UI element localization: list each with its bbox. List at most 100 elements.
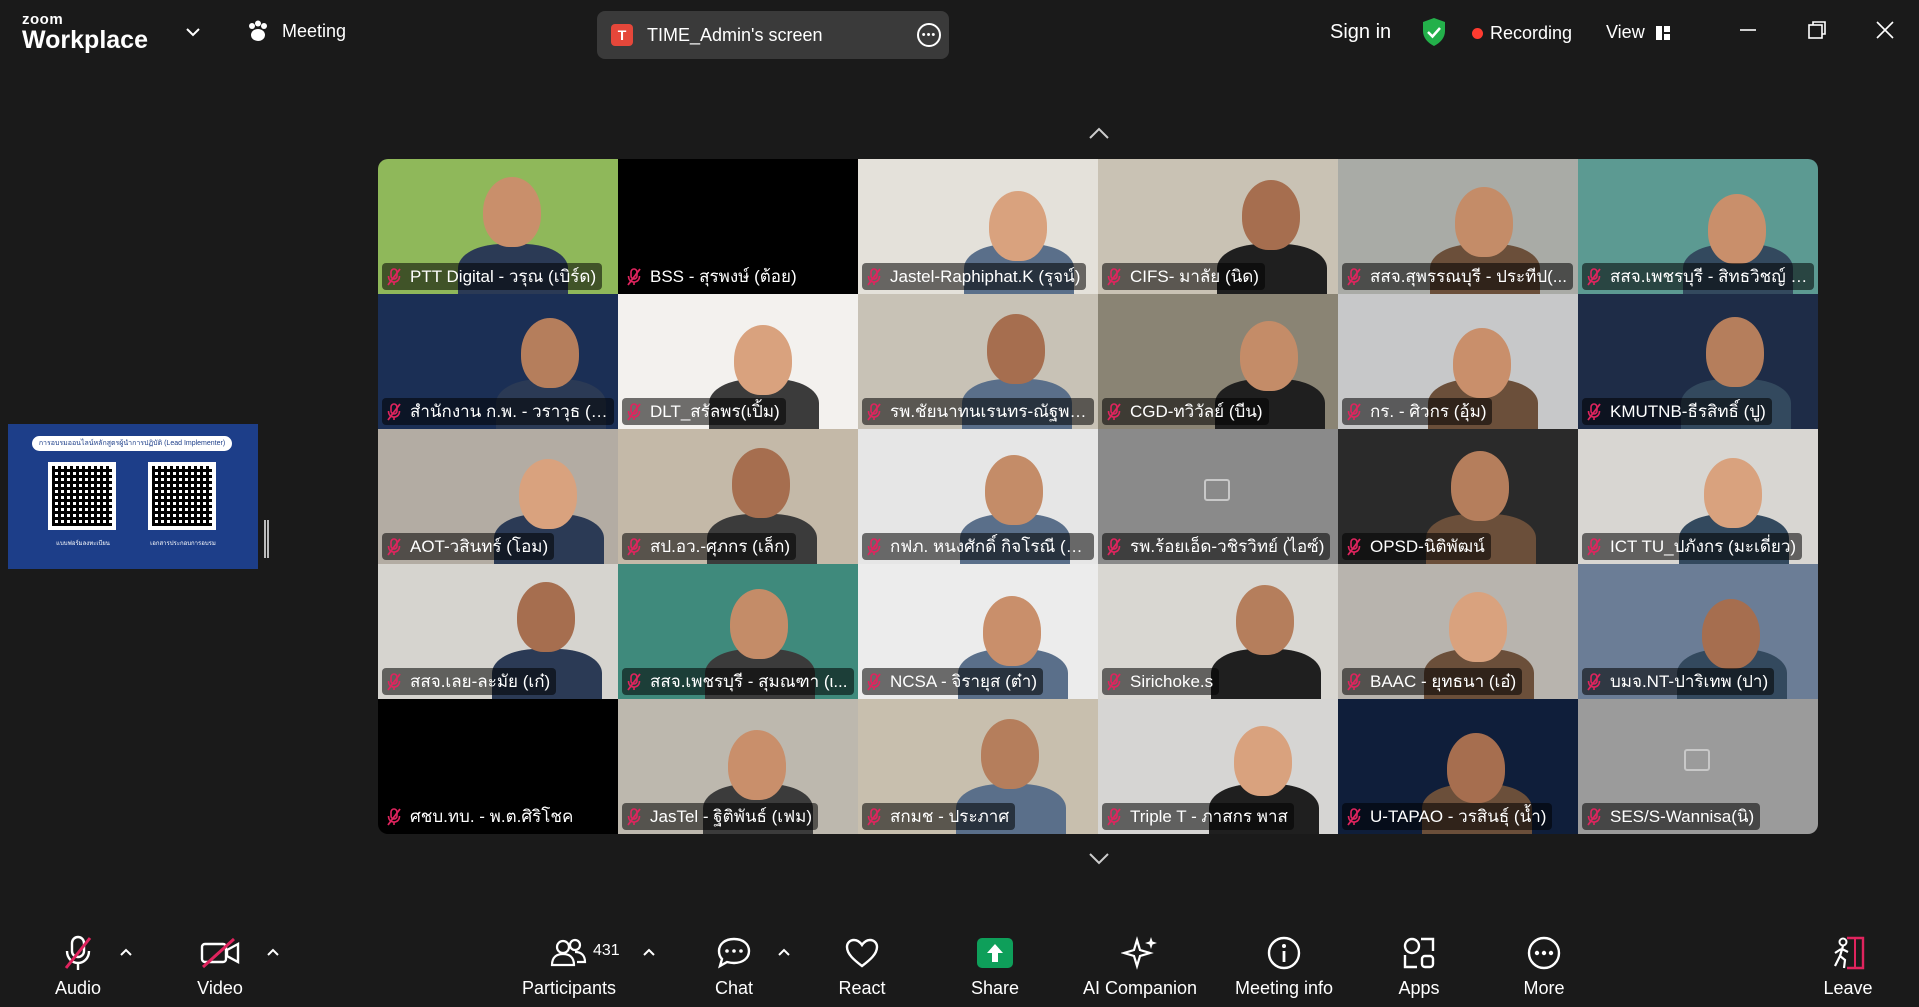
video-button[interactable]: Video: [192, 921, 248, 1007]
restore-icon[interactable]: [1805, 18, 1829, 42]
audio-options-caret-icon[interactable]: [119, 947, 133, 957]
leave-button[interactable]: Leave: [1820, 921, 1876, 1007]
mic-muted-icon: [1347, 807, 1361, 826]
participant-tile[interactable]: สสจ.เพชรบุรี - สิทธวิชญ์ (...: [1578, 159, 1818, 294]
react-label: React: [838, 978, 886, 998]
participant-name-label: สำนักงาน ก.พ. - วราวุธ (บัว...: [382, 398, 614, 425]
participant-tile[interactable]: SES/S-Wannisa(นิ): [1578, 699, 1818, 834]
participant-tile[interactable]: AOT-วสินทร์ (โอม): [378, 429, 618, 564]
participant-tile[interactable]: BSS - สุรพงษ์ (ต้อย): [618, 159, 858, 294]
participant-silhouette-head: [1455, 187, 1513, 257]
participant-tile[interactable]: สกมช - ประภาศ: [858, 699, 1098, 834]
meeting-info-button[interactable]: Meeting info: [1230, 921, 1338, 1007]
participant-tile[interactable]: สสจ.สุพรรณบุรี - ประทีป(...: [1338, 159, 1578, 294]
participant-name-label: OPSD-นิติพัฒน์: [1342, 533, 1491, 560]
share-title: TIME_Admin's screen: [647, 24, 823, 45]
participant-name-label: กฟภ. หนงศักดิ์ กิจโรณี (ห...: [862, 533, 1094, 560]
shared-screen-thumbnail[interactable]: การอบรมออนไลน์หลักสูตรผู้นำการปฏิบัติ (L…: [8, 424, 258, 569]
participant-silhouette-head: [1706, 317, 1764, 387]
participant-silhouette-head: [728, 730, 786, 800]
participants-button[interactable]: Participants: [516, 921, 622, 1007]
meeting-menu[interactable]: Meeting: [246, 20, 346, 42]
participant-silhouette-head: [1447, 733, 1505, 803]
sign-in-link[interactable]: Sign in: [1330, 21, 1391, 44]
audio-button[interactable]: Audio: [50, 921, 106, 1007]
participant-tile[interactable]: สสจ.เลย-ละมัย (เก๋): [378, 564, 618, 699]
apps-button[interactable]: Apps: [1394, 921, 1444, 1007]
recording-label: Recording: [1490, 23, 1573, 43]
participant-name: Jastel-Raphiphat.K (รุจน์): [890, 267, 1081, 286]
participant-name-label: AOT-วสินทร์ (โอม): [382, 533, 555, 560]
shield-check-icon[interactable]: [1421, 17, 1447, 47]
participant-tile[interactable]: กฟภ. หนงศักดิ์ กิจโรณี (ห...: [858, 429, 1098, 564]
participant-tile[interactable]: Triple T - ภาสกร พาส: [1098, 699, 1338, 834]
screen-share-indicator[interactable]: T TIME_Admin's screen •••: [597, 11, 949, 59]
participant-name-label: BSS - สุรพงษ์ (ต้อย): [622, 263, 803, 290]
participant-tile[interactable]: U-TAPAO - วรสินธุ์ (น้ำ): [1338, 699, 1578, 834]
page-down-chevron-icon[interactable]: [1088, 852, 1110, 866]
more-options-icon[interactable]: •••: [917, 23, 941, 47]
mic-muted-icon: [1587, 267, 1601, 286]
mic-muted-icon: [387, 402, 401, 421]
chat-button[interactable]: Chat: [708, 921, 760, 1007]
participant-silhouette-head: [989, 191, 1047, 261]
participant-name-label: KMUTNB-ธีรสิทธิ์ (ปู): [1582, 398, 1772, 425]
participant-tile[interactable]: รพ.ชัยนาทนเรนทร-ณัฐพล...: [858, 294, 1098, 429]
participant-name: AOT-วสินทร์ (โอม): [410, 537, 549, 556]
video-label: Video: [197, 978, 243, 998]
video-options-caret-icon[interactable]: [266, 947, 280, 957]
participant-tile[interactable]: สสจ.เพชรบุรี - สุมณฑา (ι...: [618, 564, 858, 699]
participant-tile[interactable]: กร. - ศิวกร (อุ้ม): [1338, 294, 1578, 429]
participant-tile[interactable]: KMUTNB-ธีรสิทธิ์ (ปู): [1578, 294, 1818, 429]
participant-name: ICT TU_ปภังกร (มะเดี่ยว): [1610, 537, 1797, 556]
participant-silhouette-head: [519, 459, 577, 529]
participant-name-label: รพ.ชัยนาทนเรนทร-ณัฐพล...: [862, 398, 1094, 425]
participant-name: PTT Digital - วรุณ (เบิร์ด): [410, 267, 597, 286]
participant-name: รพ.ชัยนาทนเรนทร-ณัฐพล...: [890, 402, 1088, 421]
participant-tile[interactable]: JasTel - ฐิติพันธ์ (เฟม): [618, 699, 858, 834]
participant-silhouette-head: [1708, 194, 1766, 264]
participant-tile[interactable]: CIFS- มาลัย (นิด): [1098, 159, 1338, 294]
participant-name: สสจ.เลย-ละมัย (เก๋): [410, 672, 551, 691]
participant-tile[interactable]: Jastel-Raphiphat.K (รุจน์): [858, 159, 1098, 294]
participant-tile[interactable]: PTT Digital - วรุณ (เบิร์ด): [378, 159, 618, 294]
share-screen-icon: [977, 938, 1013, 968]
view-menu[interactable]: View: [1606, 22, 1671, 43]
react-button[interactable]: React: [834, 921, 890, 1007]
share-button[interactable]: Share: [966, 921, 1024, 1007]
more-button[interactable]: More: [1518, 921, 1570, 1007]
page-up-chevron-icon[interactable]: [1088, 126, 1110, 140]
thumbnail-resize-handle[interactable]: [264, 520, 269, 558]
chevron-down-icon[interactable]: [183, 22, 203, 42]
participant-tile[interactable]: ศชบ.ทบ. - พ.ต.ศิริโชค: [378, 699, 618, 834]
participants-count-badge: 431: [593, 942, 620, 959]
participant-tile[interactable]: NCSA - จิรายุส (ต๋า): [858, 564, 1098, 699]
close-icon[interactable]: [1873, 18, 1897, 42]
sparkle-icon: [1121, 936, 1157, 970]
chat-options-caret-icon[interactable]: [777, 947, 791, 957]
participant-tile[interactable]: สป.อว.-ศุภกร (เล็ก): [618, 429, 858, 564]
participant-name: สกมช - ประภาศ: [890, 807, 1010, 826]
participant-tile[interactable]: ICT TU_ปภังกร (มะเดี่ยว): [1578, 429, 1818, 564]
participant-tile[interactable]: Sirichoke.s: [1098, 564, 1338, 699]
mic-muted-icon: [387, 537, 401, 556]
share-label: Share: [970, 978, 1020, 998]
participant-tile[interactable]: CGD-ทวิวัลย์ (บีน): [1098, 294, 1338, 429]
participant-tile[interactable]: รพ.ร้อยเอ็ด-วชิรวิทย์ (ไอซ์): [1098, 429, 1338, 564]
participants-options-caret-icon[interactable]: [642, 947, 656, 957]
recording-indicator[interactable]: Recording: [1472, 23, 1572, 44]
mic-muted-icon: [1107, 402, 1121, 421]
participant-silhouette-head: [1702, 599, 1760, 669]
participant-silhouette-head: [1451, 451, 1509, 521]
participant-tile[interactable]: บมจ.NT-ปาริเทพ (ปา): [1578, 564, 1818, 699]
participant-tile[interactable]: DLT_สรัลพร(เปิ้ม): [618, 294, 858, 429]
participant-name: รพ.ร้อยเอ็ด-วชิรวิทย์ (ไอซ์): [1130, 537, 1325, 556]
participant-name-label: PTT Digital - วรุณ (เบิร์ด): [382, 263, 603, 290]
participant-tile[interactable]: สำนักงาน ก.พ. - วราวุธ (บัว...: [378, 294, 618, 429]
participant-name: บมจ.NT-ปาริเทพ (ปา): [1610, 672, 1769, 691]
participant-name-label: Sirichoke.s: [1102, 668, 1220, 695]
ai-companion-button[interactable]: AI Companion: [1078, 921, 1202, 1007]
participant-tile[interactable]: OPSD-นิติพัฒน์: [1338, 429, 1578, 564]
minimize-icon[interactable]: [1736, 18, 1760, 42]
participant-tile[interactable]: BAAC - ยุทธนา (เอ๋): [1338, 564, 1578, 699]
